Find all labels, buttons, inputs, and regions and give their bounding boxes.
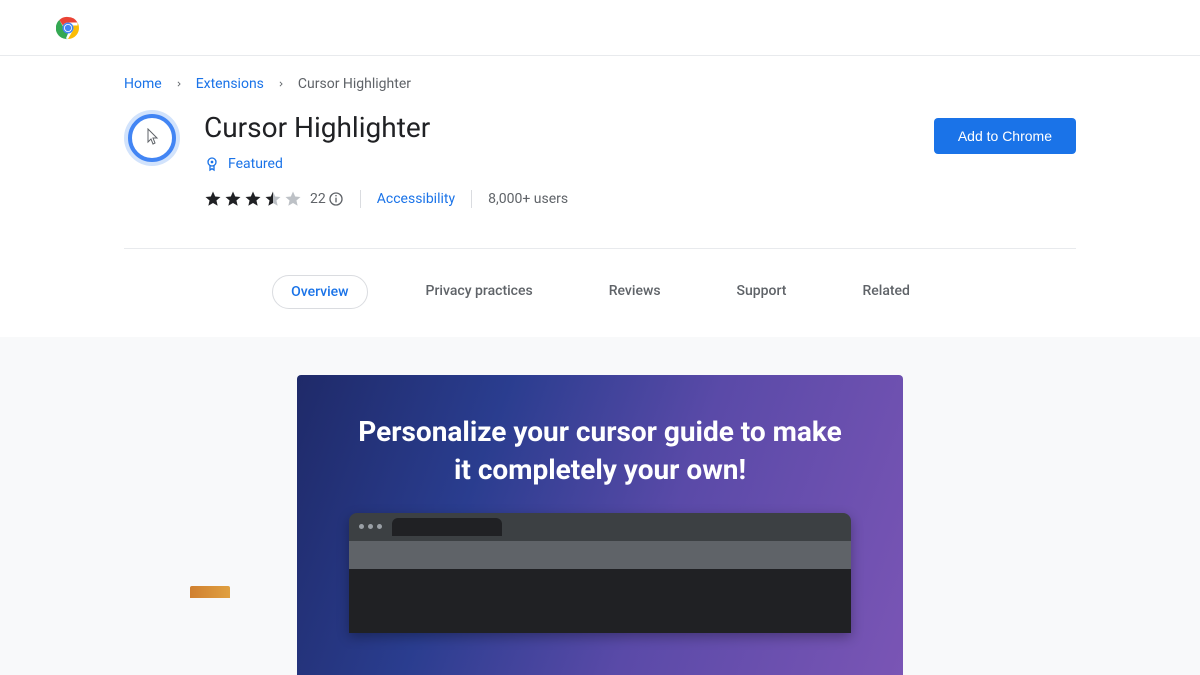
star-rating[interactable]: 22 (204, 190, 344, 208)
star-icon (224, 190, 242, 208)
tab-reviews[interactable]: Reviews (591, 275, 679, 309)
chevron-right-icon (276, 79, 286, 89)
tab-privacy[interactable]: Privacy practices (408, 275, 551, 309)
featured-badge-icon (204, 156, 220, 172)
add-to-chrome-button[interactable]: Add to Chrome (934, 118, 1076, 154)
extension-title: Cursor Highlighter (204, 110, 910, 146)
breadcrumb-home-link[interactable]: Home (124, 76, 162, 92)
browser-tab-shape (392, 518, 502, 536)
tab-support[interactable]: Support (719, 275, 805, 309)
divider (360, 190, 361, 208)
info-icon[interactable] (328, 191, 344, 207)
promo-card: Personalize your cursor guide to make it… (297, 375, 903, 675)
chrome-web-store-logo[interactable] (56, 16, 80, 40)
chevron-right-icon (174, 79, 184, 89)
tab-related[interactable]: Related (844, 275, 927, 309)
tabs: Overview Privacy practices Reviews Suppo… (124, 249, 1076, 337)
browser-page (349, 569, 851, 633)
users-count: 8,000+ users (488, 191, 568, 207)
browser-mock (349, 513, 851, 633)
carousel-thumbnail[interactable] (190, 586, 230, 598)
window-dots-icon (359, 524, 382, 529)
star-empty-icon (284, 190, 302, 208)
featured-label: Featured (228, 156, 283, 172)
extension-header: Cursor Highlighter Featured (124, 110, 1076, 208)
cursor-icon (146, 128, 160, 150)
rating-count: 22 (310, 191, 326, 207)
promo-headline: Personalize your cursor guide to make it… (349, 413, 851, 489)
breadcrumb: Home Extensions Cursor Highlighter (124, 56, 1076, 110)
tab-overview[interactable]: Overview (272, 275, 367, 309)
featured-badge: Featured (204, 156, 910, 172)
divider (471, 190, 472, 208)
stats-row: 22 Accessibility 8,000+ users (204, 190, 910, 208)
breadcrumb-current: Cursor Highlighter (298, 76, 411, 92)
browser-urlbar (349, 541, 851, 569)
star-half-icon (264, 190, 282, 208)
topbar (0, 0, 1200, 56)
breadcrumb-extensions-link[interactable]: Extensions (196, 76, 264, 92)
overview-promo-section: Personalize your cursor guide to make it… (0, 337, 1200, 675)
extension-icon (124, 110, 180, 166)
category-link[interactable]: Accessibility (377, 191, 455, 207)
star-icon (204, 190, 222, 208)
star-icon (244, 190, 262, 208)
